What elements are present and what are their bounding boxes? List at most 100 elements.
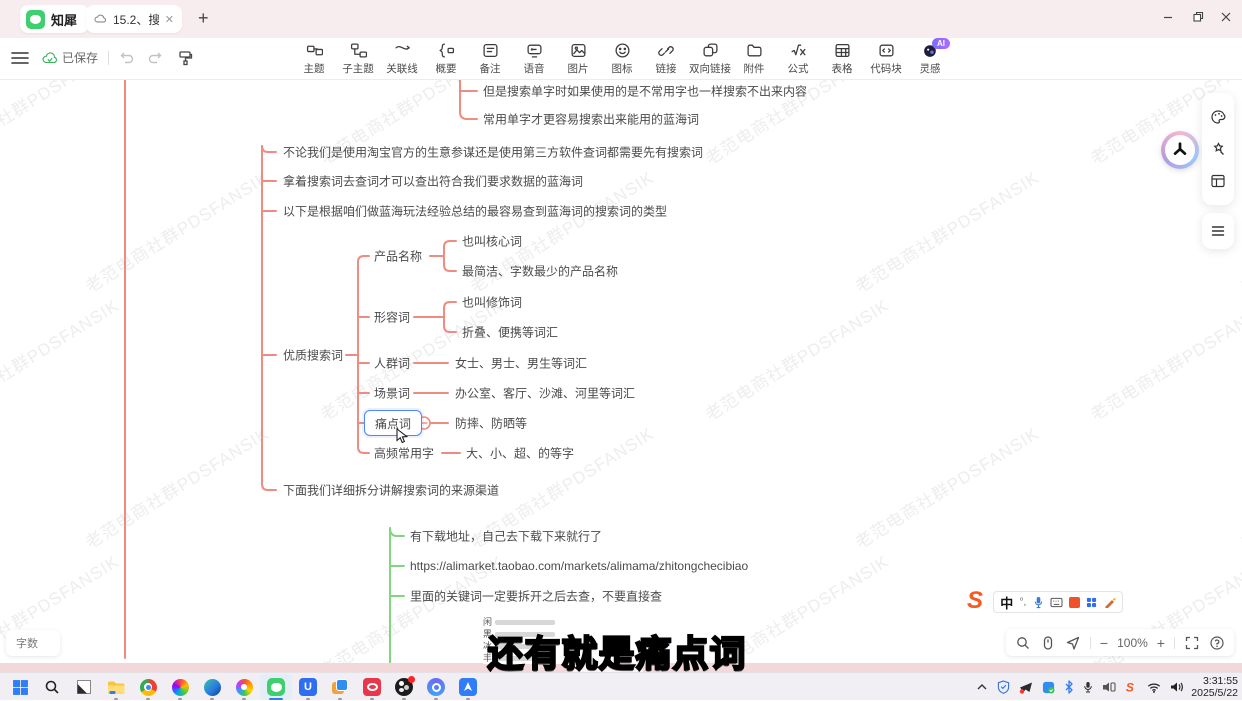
mindmap-node[interactable]: 场景词	[374, 385, 410, 402]
tool-summary[interactable]: 概要	[424, 42, 468, 76]
mindmap-node[interactable]: 也叫核心词	[462, 233, 522, 250]
mindmap-canvas[interactable]: 老范电商社群PDSFANSIK老范电商社群PDSFANSIK老范电商社群PDSF…	[0, 80, 1242, 672]
tab-close-icon[interactable]: ✕	[165, 13, 174, 26]
mindmap-node[interactable]: 常用单字才更容易搜索出来能用的蓝海词	[483, 111, 699, 128]
taskbar-app-purple-ring-app-icon[interactable]	[420, 674, 452, 700]
document-tab[interactable]: 15.2、搜索... ✕	[86, 5, 182, 33]
fullscreen-icon[interactable]	[1184, 635, 1200, 651]
mindmap-node[interactable]: 优质搜索词	[283, 347, 343, 364]
ime-mic-icon[interactable]	[1033, 596, 1044, 609]
taskbar-app-search-icon[interactable]	[36, 674, 68, 700]
tool-table[interactable]: 表格	[820, 42, 864, 76]
search-canvas-icon[interactable]	[1015, 635, 1031, 651]
new-tab-button[interactable]: +	[198, 8, 209, 28]
mindmap-node[interactable]: 大、小、超、的等字	[466, 445, 574, 462]
taskbar-app-zhixi-icon[interactable]	[260, 674, 292, 700]
taskbar-app-start-icon[interactable]	[4, 674, 36, 700]
tray-security-shield-icon[interactable]	[997, 680, 1010, 694]
tool-topic[interactable]: 主题	[292, 42, 336, 76]
mindmap-node[interactable]: 折叠、便携等词汇	[462, 324, 558, 341]
mindmap-node[interactable]: 防摔、防晒等	[455, 415, 527, 432]
tool-subtopic[interactable]: 子主题	[336, 42, 380, 76]
mindmap-node[interactable]: 产品名称	[374, 248, 422, 265]
tool-code-block[interactable]: 代码块	[864, 42, 908, 76]
tool-bi-link[interactable]: 双向链接	[688, 42, 732, 76]
ime-punct[interactable]: °,	[1020, 597, 1027, 608]
mindmap-node[interactable]: 也叫修饰词	[462, 294, 522, 311]
restore-button[interactable]	[1190, 11, 1206, 27]
minimize-button[interactable]	[1160, 11, 1176, 27]
mindmap-node[interactable]: https://alimarket.taobao.com/markets/ali…	[410, 559, 748, 573]
sogou-logo-icon[interactable]: S	[967, 587, 997, 617]
tray-volume-icon[interactable]	[1170, 681, 1184, 693]
layout-structure-icon[interactable]	[1210, 173, 1226, 189]
summary-icon	[438, 42, 455, 59]
drag-mode-icon[interactable]	[1040, 635, 1056, 651]
mindmap-node[interactable]: 以下是根据咱们做蓝海玩法经验总结的最容易查到蓝海词的搜索词的类型	[283, 203, 667, 220]
tool-image[interactable]: 图片	[556, 42, 600, 76]
theme-palette-icon[interactable]	[1210, 109, 1226, 125]
tray-audio-device-icon[interactable]	[1102, 681, 1116, 693]
zoom-in-button[interactable]: +	[1157, 635, 1165, 651]
taskbar-app-explorer-icon[interactable]	[100, 674, 132, 700]
tool-inspiration[interactable]: 灵感AI	[908, 42, 952, 76]
taskbar-app-pinwheel-app-icon[interactable]	[228, 674, 260, 700]
taskbar-app-blue-plane-app-icon[interactable]	[452, 674, 484, 700]
zoom-out-button[interactable]: −	[1100, 635, 1108, 651]
taskbar-app-stacked-squares-app-icon[interactable]	[324, 674, 356, 700]
ai-assistant-button[interactable]	[1161, 131, 1199, 169]
ime-skin-icon[interactable]	[1069, 597, 1080, 608]
formula-icon	[790, 42, 807, 59]
ime-toolbox-icon[interactable]	[1086, 597, 1097, 608]
mindmap-node[interactable]: 形容词	[374, 309, 410, 326]
mindmap-node[interactable]: 办公室、客厅、沙滩、河里等词汇	[455, 385, 635, 402]
format-painter-icon[interactable]	[177, 50, 193, 66]
taskbar-app-snip-icon[interactable]	[68, 674, 100, 700]
taskbar-app-u-app-icon[interactable]: U	[292, 674, 324, 700]
tool-link[interactable]: 链接	[644, 42, 688, 76]
ime-keyboard-icon[interactable]	[1050, 597, 1063, 608]
mindmap-node[interactable]: 有下载地址，自己去下载下来就行了	[410, 528, 602, 545]
ime-mode[interactable]: 中	[1000, 593, 1013, 612]
tray-wifi-icon[interactable]	[1147, 682, 1161, 693]
mindmap-node[interactable]: 高频常用字	[374, 445, 434, 462]
tool-voice[interactable]: 语音	[512, 42, 556, 76]
app-logo-pill[interactable]: 知犀	[20, 5, 89, 33]
menu-button[interactable]	[10, 49, 30, 67]
mindmap-node[interactable]: 拿着搜索词去查词才可以查出符合我们要求数据的蓝海词	[283, 173, 583, 190]
redo-icon[interactable]	[147, 50, 163, 66]
mindmap-node[interactable]: 但是搜索单字时如果使用的是不常用字也一样搜索不出来内容	[483, 83, 807, 100]
tray-sogou-icon[interactable]: S	[1125, 680, 1138, 694]
tool-formula[interactable]: 公式	[776, 42, 820, 76]
taskbar-app-rainbow-browser-icon[interactable]	[164, 674, 196, 700]
close-button[interactable]	[1218, 11, 1234, 27]
mindmap-node[interactable]: 人群词	[374, 355, 410, 372]
beautify-wand-icon[interactable]	[1210, 141, 1226, 157]
tool-note[interactable]: 备注	[468, 42, 512, 76]
tray-telegram-icon[interactable]	[1019, 681, 1033, 694]
tray-bluetooth-icon[interactable]	[1064, 680, 1074, 694]
tray-chevron-up-icon[interactable]	[976, 682, 988, 692]
taskbar-clock[interactable]: 3:31:55 2025/5/22	[1191, 675, 1238, 699]
taskbar-app-edge-icon[interactable]	[196, 674, 228, 700]
tool-attachment[interactable]: 附件	[732, 42, 776, 76]
outline-list-icon[interactable]	[1210, 223, 1226, 239]
tray-microphone-icon[interactable]	[1083, 680, 1093, 694]
mindmap-node[interactable]: 不论我们是使用淘宝官方的生意参谋还是使用第三方软件查词都需要先有搜索词	[283, 144, 703, 161]
mindmap-node[interactable]: 里面的关键词一定要拆开之后去查，不要直接查	[410, 588, 662, 605]
mindmap-node[interactable]: 最简洁、字数最少的产品名称	[462, 263, 618, 280]
locate-icon[interactable]	[1065, 635, 1081, 651]
help-icon[interactable]	[1209, 635, 1225, 651]
mindmap-node[interactable]: 女士、男士、男生等词汇	[455, 355, 587, 372]
taskbar-app-chrome-icon[interactable]	[132, 674, 164, 700]
canvas-zoom-bar: − 100% +	[1006, 629, 1234, 656]
taskbar-app-obs-icon[interactable]	[388, 674, 420, 700]
ime-emoji-pen-icon[interactable]	[1104, 596, 1116, 608]
tray-remote-check-icon[interactable]	[1042, 681, 1055, 694]
tool-relation-line[interactable]: 关联线	[380, 42, 424, 76]
mindmap-node[interactable]: 下面我们详细拆分讲解搜索词的来源渠道	[283, 482, 499, 499]
taskbar-app-red-recorder-icon[interactable]	[356, 674, 388, 700]
mindmap-node-selected[interactable]: 痛点词	[364, 410, 422, 436]
tool-icon[interactable]: 图标	[600, 42, 644, 76]
undo-icon[interactable]	[119, 50, 135, 66]
